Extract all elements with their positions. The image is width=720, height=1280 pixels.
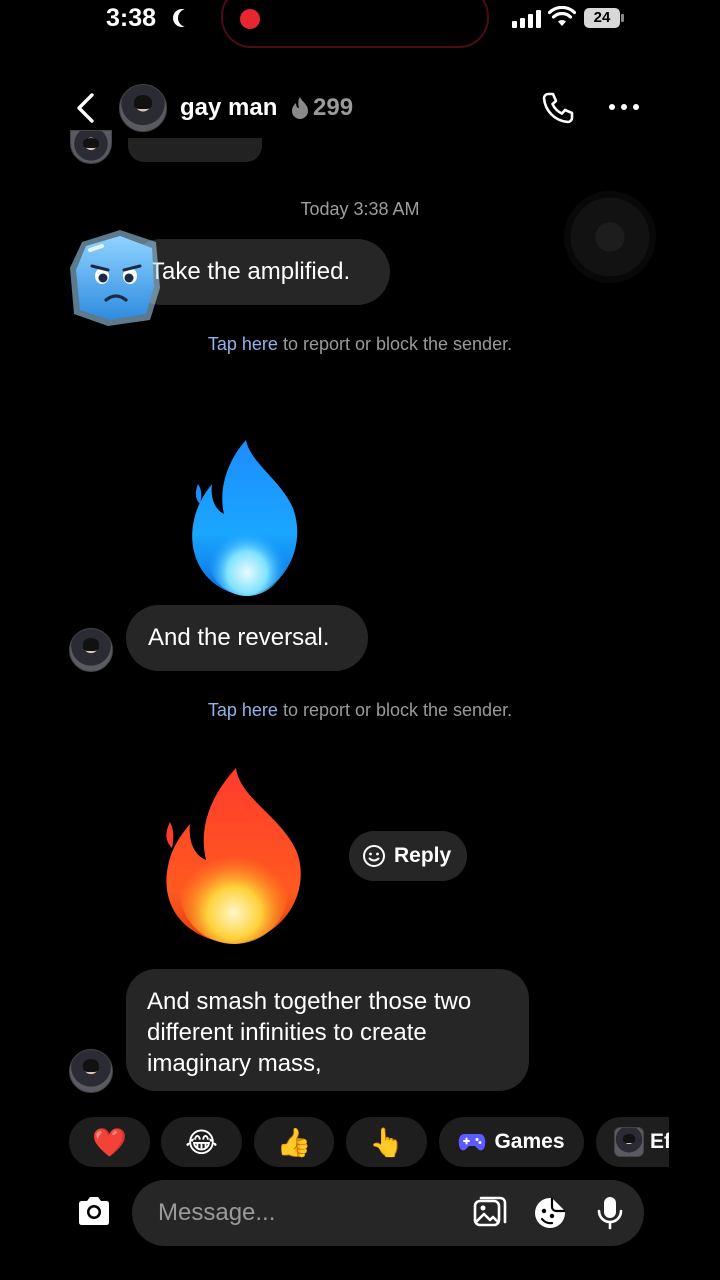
report-notice-text: to report or block the sender.: [277, 700, 513, 720]
fire-emoji[interactable]: [158, 764, 310, 948]
reaction-laugh[interactable]: 😂: [161, 1117, 242, 1167]
sender-avatar[interactable]: [69, 628, 113, 672]
effects-thumbnail: [614, 1127, 644, 1157]
status-time: 3:38: [106, 4, 157, 32]
games-button[interactable]: Games: [439, 1117, 584, 1167]
report-link[interactable]: Tap here: [208, 334, 278, 354]
games-label: Games: [494, 1130, 565, 1153]
message-bubble[interactable]: Take the amplified.: [128, 239, 390, 305]
effects-button[interactable]: Ef: [596, 1117, 669, 1167]
reaction-point-up[interactable]: 👆: [346, 1117, 427, 1167]
report-link[interactable]: Tap here: [208, 700, 278, 720]
reaction-heart[interactable]: ❤️: [69, 1117, 150, 1167]
sender-avatar[interactable]: [69, 1049, 113, 1093]
effects-label: Ef: [650, 1130, 669, 1153]
message-bubble[interactable]: And smash together those two different i…: [126, 969, 529, 1091]
streak-count: 299: [289, 94, 353, 122]
chat-header: gay man 299: [0, 80, 720, 136]
fire-streak-icon: [292, 97, 308, 119]
back-arrow-icon[interactable]: [72, 92, 102, 124]
message-bubble[interactable]: And the reversal.: [126, 605, 368, 671]
sticker-icon[interactable]: [532, 1195, 568, 1231]
microphone-icon[interactable]: [592, 1195, 628, 1231]
dynamic-island: [221, 0, 489, 48]
contact-avatar[interactable]: [119, 84, 167, 132]
reaction-thumbs-up[interactable]: 👍: [254, 1117, 334, 1167]
status-bar: 3:38 24: [0, 0, 720, 50]
report-notice: Tap here to report or block the sender.: [0, 700, 720, 721]
gamepad-icon: [459, 1134, 486, 1151]
gallery-icon[interactable]: [472, 1195, 508, 1231]
message-composer: [132, 1180, 644, 1246]
previous-message-bubble[interactable]: [128, 138, 262, 162]
wifi-icon: [548, 6, 576, 26]
contact-name[interactable]: gay man: [180, 94, 277, 122]
sender-avatar[interactable]: [70, 130, 112, 164]
camera-icon[interactable]: [76, 1195, 112, 1227]
phone-icon[interactable]: [540, 90, 576, 126]
smiley-icon: [363, 845, 385, 867]
report-notice-text: to report or block the sender.: [277, 334, 513, 354]
more-icon[interactable]: [609, 104, 639, 110]
blue-fire-emoji[interactable]: [184, 436, 310, 600]
battery-icon: 24: [584, 8, 624, 28]
message-input[interactable]: [158, 1195, 458, 1231]
report-notice: Tap here to report or block the sender.: [0, 334, 720, 355]
reply-label: Reply: [394, 844, 452, 867]
moon-icon: [178, 9, 196, 27]
streak-count-value: 299: [313, 94, 354, 121]
ice-cube-sticker[interactable]: [68, 226, 164, 328]
signal-icon: [512, 10, 541, 28]
reply-button[interactable]: Reply: [349, 831, 467, 881]
recording-dot: [240, 9, 260, 29]
quick-reactions-bar: ❤️ 😂 👍 👆 Games Ef: [69, 1117, 669, 1169]
ghost-touch-indicator: [564, 191, 656, 283]
